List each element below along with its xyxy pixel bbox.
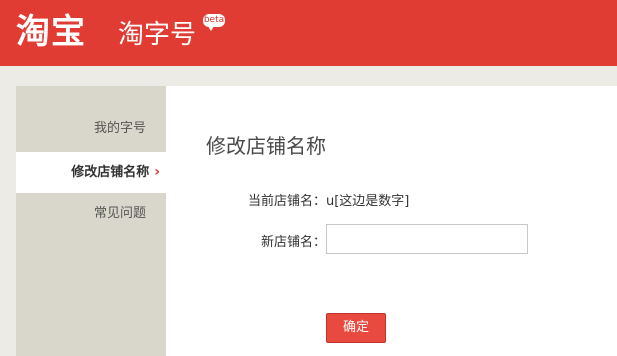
main-panel: 修改店铺名称 当前店铺名： u[这边是数字] 新店铺名： 确定 <box>166 86 617 356</box>
taobao-logo[interactable]: 淘宝 <box>16 12 86 52</box>
top-header: 淘宝 淘字号 beta <box>0 0 617 66</box>
sidebar-item-label: 修改店铺名称 <box>71 165 150 180</box>
beta-badge: beta <box>203 14 225 31</box>
new-name-input[interactable] <box>326 224 528 254</box>
sidebar-item-label: 常见问题 <box>93 206 146 221</box>
sidebar-item-my-name[interactable]: 我的字号 <box>16 108 166 149</box>
sidebar-item-label: 我的字号 <box>93 121 146 136</box>
new-name-label: 新店铺名： <box>260 235 326 250</box>
sidebar-item-faq[interactable]: 常见问题 <box>16 193 166 234</box>
sidebar: 我的字号 修改店铺名称 › 常见问题 <box>16 86 166 356</box>
confirm-button[interactable]: 确定 <box>326 313 386 343</box>
sidebar-item-rename-shop[interactable]: 修改店铺名称 › <box>16 152 166 193</box>
page-title: 修改店铺名称 <box>206 134 326 158</box>
chevron-right-icon: › <box>154 164 160 180</box>
current-name-value: u[这边是数字] <box>326 194 410 209</box>
current-name-label: 当前店铺名： <box>247 194 326 209</box>
product-title: 淘字号 <box>118 20 197 50</box>
